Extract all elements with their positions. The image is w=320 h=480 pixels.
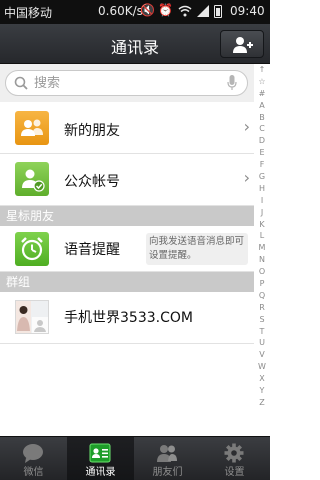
clock-time: 09:40 — [230, 4, 265, 18]
index-letter[interactable]: G — [254, 171, 270, 183]
index-letter[interactable]: D — [254, 135, 270, 147]
search-box[interactable] — [5, 70, 248, 96]
index-letter[interactable]: C — [254, 123, 270, 135]
group-avatar — [15, 300, 49, 334]
add-user-icon — [233, 37, 253, 53]
carrier-name: 中国移动 — [4, 6, 53, 20]
group-name: 手机世界3533.COM — [64, 310, 193, 326]
official-accounts-icon — [15, 162, 49, 196]
voice-reminder-label: 语音提醒 — [64, 242, 120, 258]
signal-icon — [197, 5, 209, 17]
list-item-new-friends[interactable]: 新的朋友 › — [0, 102, 254, 154]
index-letter[interactable]: ☆ — [254, 76, 270, 88]
section-header-starred: 星标朋友 — [0, 206, 254, 226]
title-bar: 通讯录 — [0, 24, 270, 64]
chevron-right-icon: › — [243, 168, 250, 187]
official-accounts-label: 公众帐号 — [64, 174, 120, 190]
contacts-icon — [89, 443, 111, 463]
chevron-right-icon: › — [243, 117, 250, 136]
tab-wechat[interactable]: 微信 — [0, 437, 67, 480]
index-letter[interactable]: N — [254, 254, 270, 266]
mute-icon: 🔇 — [140, 3, 155, 17]
microphone-icon[interactable] — [227, 75, 237, 91]
index-letter[interactable]: L — [254, 230, 270, 242]
index-letter[interactable]: M — [254, 242, 270, 254]
index-letter[interactable]: P — [254, 278, 270, 290]
index-letter[interactable]: U — [254, 337, 270, 349]
index-letter[interactable]: S — [254, 314, 270, 326]
friends-icon — [157, 445, 177, 462]
list-item-voice-reminder[interactable]: 语音提醒 向我发送语音消息即可设置提醒。 — [0, 226, 254, 272]
list-item-group[interactable]: 手机世界3533.COM — [0, 292, 254, 344]
list-item-official-accounts[interactable]: 公众帐号 › — [0, 154, 254, 206]
voice-reminder-description: 向我发送语音消息即可设置提醒。 — [146, 233, 248, 265]
index-letter[interactable]: X — [254, 373, 270, 385]
index-letter[interactable]: Q — [254, 290, 270, 302]
tab-friends[interactable]: 朋友们 — [134, 437, 201, 480]
index-letter[interactable]: J — [254, 207, 270, 219]
tab-label: 设置 — [224, 467, 245, 478]
index-letter[interactable]: B — [254, 112, 270, 124]
index-letter[interactable]: Y — [254, 385, 270, 397]
alarm-clock-icon — [15, 232, 49, 266]
tab-label: 朋友们 — [152, 467, 183, 478]
index-letter[interactable]: I — [254, 195, 270, 207]
index-letter[interactable]: T — [254, 326, 270, 338]
chat-icon — [23, 444, 43, 463]
index-letter[interactable]: R — [254, 302, 270, 314]
tab-label: 微信 — [23, 467, 44, 478]
new-friends-label: 新的朋友 — [64, 123, 120, 139]
index-letter[interactable]: F — [254, 159, 270, 171]
battery-icon — [214, 5, 222, 18]
wifi-icon — [178, 5, 192, 17]
index-letter[interactable]: ↑ — [254, 64, 270, 76]
add-contact-button[interactable] — [220, 30, 264, 58]
alarm-icon: ⏰ — [158, 3, 173, 17]
index-letter[interactable]: V — [254, 349, 270, 361]
index-letter[interactable]: H — [254, 183, 270, 195]
index-letter[interactable]: Z — [254, 397, 270, 409]
status-bar: 中国移动 0.60K/s 🔇 ⏰ 09:40 — [0, 0, 270, 24]
index-letter[interactable]: K — [254, 219, 270, 231]
tab-settings[interactable]: 设置 — [201, 437, 268, 480]
bottom-tab-bar: 微信 通讯录 朋友们 设置 — [0, 436, 270, 480]
index-letter[interactable]: E — [254, 147, 270, 159]
network-speed: 0.60K/s — [98, 4, 143, 18]
section-header-groups: 群组 — [0, 272, 254, 292]
tab-contacts[interactable]: 通讯录 — [67, 437, 134, 480]
index-letter[interactable]: # — [254, 88, 270, 100]
gear-icon — [224, 443, 244, 463]
index-letter[interactable]: O — [254, 266, 270, 278]
search-bar — [0, 64, 254, 102]
search-icon — [14, 76, 28, 90]
tab-label: 通讯录 — [85, 467, 116, 478]
index-letter[interactable]: W — [254, 361, 270, 373]
index-letter[interactable]: A — [254, 100, 270, 112]
search-input[interactable] — [34, 74, 214, 92]
new-friends-icon — [15, 111, 49, 145]
alphabet-index[interactable]: ↑ ☆ # A B C D E F G H I J K L M N O P Q R S T U V W X Y Z — [254, 64, 270, 436]
